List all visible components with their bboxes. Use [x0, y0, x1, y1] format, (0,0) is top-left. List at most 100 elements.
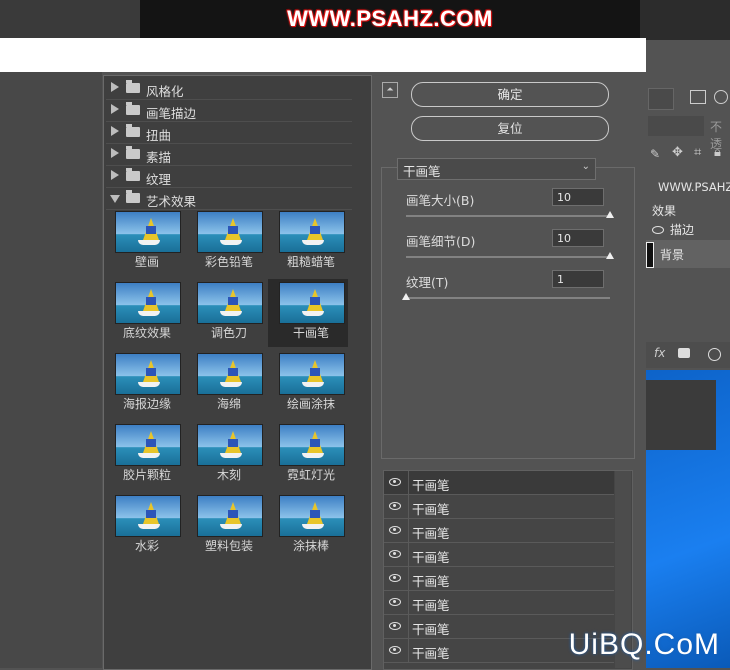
effect-layer-row[interactable]: 干画笔: [384, 567, 614, 591]
filter-thumbnail-label: 海报边缘: [122, 397, 171, 411]
fx-icon[interactable]: fx: [654, 346, 665, 360]
filter-thumbnail-label: 壁画: [134, 255, 159, 269]
triangle-right-icon: [111, 170, 119, 180]
reset-button[interactable]: 复位: [411, 116, 609, 141]
eye-icon[interactable]: [389, 622, 401, 630]
filter-thumbnail-label: 干画笔: [292, 326, 329, 340]
filter-thumbnail-label: 绘画涂抹: [286, 397, 335, 411]
filter-thumbnail[interactable]: 绘画涂抹: [268, 350, 348, 418]
dialog-title-bar: [0, 38, 646, 72]
collapse-panel-button[interactable]: ⏶: [382, 82, 398, 98]
eye-icon[interactable]: [389, 550, 401, 558]
brush-icon[interactable]: ✎: [650, 147, 660, 161]
filter-category[interactable]: 艺术效果: [106, 188, 352, 210]
filter-preview-image: [279, 424, 345, 466]
layer-site-text[interactable]: WWW.PSAHZ.COM: [658, 180, 730, 194]
param-slider[interactable]: [406, 297, 610, 299]
filter-thumbnail[interactable]: 壁画: [104, 208, 184, 276]
eye-icon[interactable]: [389, 598, 401, 606]
filter-thumbnail[interactable]: 涂抹棒: [268, 492, 348, 560]
folder-icon: [126, 80, 140, 93]
image-icon[interactable]: [690, 90, 706, 104]
effect-layer-row[interactable]: 干画笔: [384, 543, 614, 567]
effects-label: 效果: [652, 204, 677, 218]
filter-thumbnail-label: 底纹效果: [122, 326, 171, 340]
param-input[interactable]: 10: [552, 188, 604, 206]
eye-icon[interactable]: [389, 526, 401, 534]
opacity-field[interactable]: [648, 116, 704, 136]
ok-button[interactable]: 确定: [411, 82, 609, 107]
filter-thumbnail-label: 调色刀: [210, 326, 247, 340]
filter-category[interactable]: 风格化: [106, 78, 352, 100]
slider-thumb[interactable]: [606, 211, 614, 218]
lock-icon[interactable]: 🔒︎: [714, 145, 721, 160]
filter-category[interactable]: 素描: [106, 144, 352, 166]
slider-thumb[interactable]: [606, 252, 614, 259]
filter-preview-image: [115, 353, 181, 395]
mask-icon[interactable]: [678, 348, 690, 358]
filter-preview-image: [115, 424, 181, 466]
effect-layer-row[interactable]: 干画笔: [384, 495, 614, 519]
filter-thumbnail[interactable]: 调色刀: [186, 279, 266, 347]
adjustment-layer-icon[interactable]: [708, 348, 721, 361]
background-layer-label: 背景: [660, 248, 685, 262]
filter-thumbnail[interactable]: 干画笔: [268, 279, 348, 347]
effect-layer-row[interactable]: 干画笔: [384, 519, 614, 543]
crop-icon[interactable]: ⌗: [694, 145, 701, 160]
effect-layer-row[interactable]: 干画笔: [384, 591, 614, 615]
param-input[interactable]: 1: [552, 270, 604, 288]
param-slider[interactable]: [406, 256, 610, 258]
layers-footer: fx: [646, 342, 730, 368]
param-label: 画笔大小(B): [406, 193, 475, 208]
slider-thumb[interactable]: [402, 293, 410, 300]
eye-icon[interactable]: [389, 502, 401, 510]
param-slider[interactable]: [406, 215, 610, 217]
filter-thumbnail[interactable]: 塑料包装: [186, 492, 266, 560]
effect-layer-label: 干画笔: [412, 622, 450, 637]
effect-layer-label: 干画笔: [412, 598, 450, 613]
stroke-effect-label[interactable]: 描边: [670, 221, 694, 238]
filter-thumbnail-label: 水彩: [134, 539, 159, 553]
filter-preview-image: [115, 211, 181, 253]
filter-thumbnail[interactable]: 木刻: [186, 421, 266, 489]
filter-thumbnail[interactable]: 水彩: [104, 492, 184, 560]
background-layer-row[interactable]: 背景: [646, 240, 730, 268]
watermark: UiBQ.CoM: [568, 628, 720, 661]
filter-thumbnail[interactable]: 胶片颗粒: [104, 421, 184, 489]
effect-layer-label: 干画笔: [412, 574, 450, 589]
eye-icon[interactable]: [652, 226, 664, 234]
filter-thumbnail-label: 粗糙蜡笔: [286, 255, 335, 269]
eye-icon[interactable]: [389, 478, 401, 486]
filter-thumbnail[interactable]: 粗糙蜡笔: [268, 208, 348, 276]
folder-icon: [126, 124, 140, 137]
filter-thumbnail-label: 胶片颗粒: [122, 468, 171, 482]
filter-thumbnail-label: 彩色铅笔: [204, 255, 253, 269]
filter-category-label: 素描: [146, 150, 172, 165]
layer-thumbnail: [646, 242, 654, 268]
effect-layer-row[interactable]: 干画笔: [384, 471, 614, 495]
triangle-right-icon: [111, 104, 119, 114]
filter-category-label: 画笔描边: [146, 106, 197, 121]
preview-area[interactable]: [0, 72, 102, 668]
adjustment-icon[interactable]: [714, 90, 728, 104]
filter-thumbnail[interactable]: 海绵: [186, 350, 266, 418]
filter-category[interactable]: 纹理: [106, 166, 352, 188]
blend-mode-dropdown[interactable]: [648, 88, 674, 110]
filter-thumbnail[interactable]: 底纹效果: [104, 279, 184, 347]
move-icon[interactable]: ✥: [672, 145, 683, 160]
filter-thumbnail-label: 涂抹棒: [292, 539, 329, 553]
param-input[interactable]: 10: [552, 229, 604, 247]
filter-thumbnail[interactable]: 海报边缘: [104, 350, 184, 418]
filter-thumbnail[interactable]: 彩色铅笔: [186, 208, 266, 276]
filter-category[interactable]: 画笔描边: [106, 100, 352, 122]
filter-thumbnail[interactable]: 霓虹灯光: [268, 421, 348, 489]
eye-icon[interactable]: [389, 646, 401, 654]
eye-icon[interactable]: [389, 574, 401, 582]
folder-icon: [126, 146, 140, 159]
filter-preview-image: [197, 353, 263, 395]
filter-preview-image: [279, 495, 345, 537]
filter-select[interactable]: 干画笔 ⌄: [397, 158, 596, 180]
filter-preview-image: [197, 495, 263, 537]
param-label: 画笔细节(D): [406, 234, 476, 249]
filter-category[interactable]: 扭曲: [106, 122, 352, 144]
